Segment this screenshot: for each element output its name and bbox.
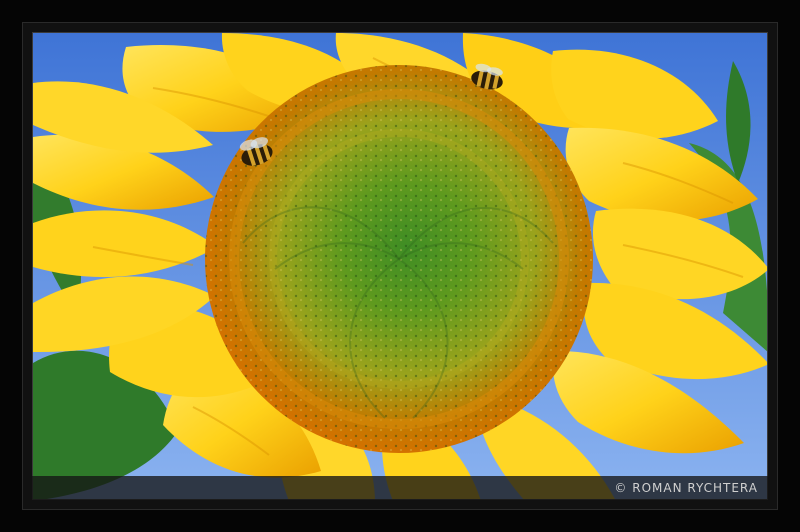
sunflower-photo bbox=[32, 32, 768, 500]
photo-credit: © ROMAN RYCHTERA bbox=[614, 481, 758, 495]
sunflower-illustration bbox=[33, 33, 767, 499]
